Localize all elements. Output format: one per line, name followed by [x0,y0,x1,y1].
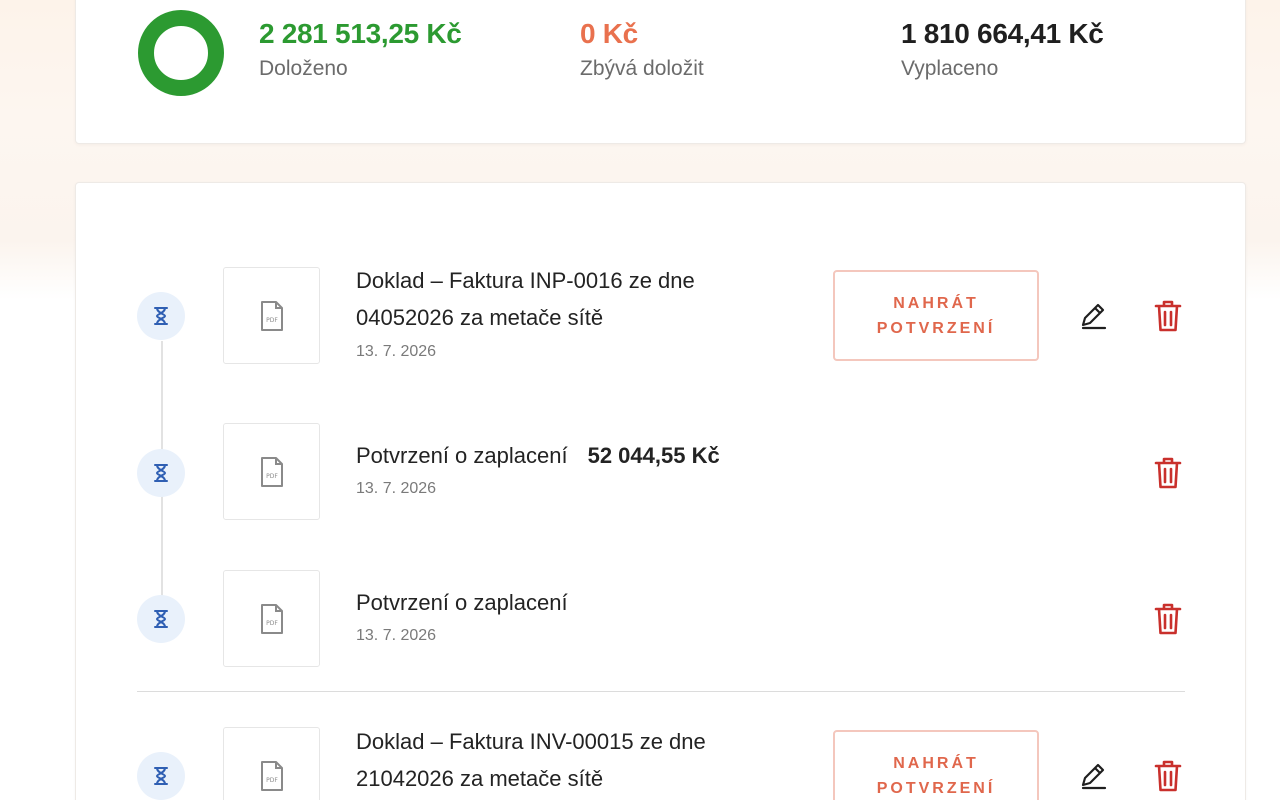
edit-button[interactable] [1074,756,1114,796]
pencil-icon [1081,303,1107,330]
pdf-thumbnail[interactable]: PDF [223,423,320,520]
document-title: Potvrzení o zaplacení 52 044,55 Kč [356,437,720,474]
hourglass-icon [137,595,185,643]
pdf-thumbnail[interactable]: PDF [223,570,320,667]
svg-text:PDF: PDF [266,777,278,784]
upload-label-line2: POTVRZENÍ [876,779,996,797]
trash-icon [1154,603,1182,635]
document-title-line2: 21042026 za metače sítě [356,766,604,791]
stat-documented: 2 281 513,25 Kč Doloženo [259,17,462,83]
stat-paid-value: 1 810 664,41 Kč [901,18,1104,49]
document-title: Doklad – Faktura INP-0016 ze dne 0405202… [356,262,695,336]
stat-paid-label: Vyplaceno [901,57,999,80]
delete-button[interactable] [1148,756,1188,796]
document-date: 13. 7. 2026 [356,480,437,497]
stat-remaining-value: 0 Kč [580,18,638,49]
edit-button[interactable] [1074,296,1114,336]
pdf-icon: PDF [260,300,283,331]
progress-donut [138,10,224,96]
document-title: Potvrzení o zaplacení [356,590,568,615]
document-title: Doklad – Faktura INV-00015 ze dne 210420… [356,723,706,797]
documents-card: PDF Doklad – Faktura INP-0016 ze dne 040… [75,182,1246,800]
upload-label-line2: POTVRZENÍ [876,319,996,337]
document-amount: 52 044,55 Kč [587,443,720,468]
stat-documented-value: 2 281 513,25 Kč [259,18,462,49]
pdf-icon: PDF [260,456,283,487]
group-divider [137,691,1185,692]
pdf-icon: PDF [260,603,283,634]
pencil-icon [1081,763,1107,790]
delete-button[interactable] [1148,296,1188,336]
hourglass-icon [137,449,185,497]
document-date: 13. 7. 2026 [356,627,437,644]
delete-button[interactable] [1148,453,1188,493]
upload-confirmation-button[interactable]: NAHRÁT POTVRZENÍ [833,730,1039,800]
stat-documented-label: Doloženo [259,57,348,80]
summary-card: 2 281 513,25 Kč Doloženo 0 Kč Zbývá dolo… [75,0,1246,144]
stat-paid: 1 810 664,41 Kč Vyplaceno [901,17,1104,83]
svg-text:PDF: PDF [266,317,278,324]
pdf-thumbnail[interactable]: PDF [223,267,320,364]
document-date: 13. 7. 2026 [356,343,437,360]
document-title-line1: Doklad – Faktura INP-0016 ze dne [356,268,695,293]
document-title-line2: 04052026 za metače sítě [356,305,604,330]
stat-remaining-label: Zbývá doložit [580,57,704,80]
upload-label-line1: NAHRÁT [893,294,979,312]
document-title-line1: Potvrzení o zaplacení [356,443,568,468]
trash-icon [1154,457,1182,489]
stat-remaining: 0 Kč Zbývá doložit [580,17,704,83]
hourglass-icon [137,752,185,800]
pdf-icon: PDF [260,760,283,791]
pdf-thumbnail[interactable]: PDF [223,727,320,800]
delete-button[interactable] [1148,599,1188,639]
trash-icon [1154,300,1182,332]
hourglass-icon [137,292,185,340]
svg-text:PDF: PDF [266,620,278,627]
trash-icon [1154,760,1182,792]
upload-label-line1: NAHRÁT [893,754,979,772]
svg-text:PDF: PDF [266,473,278,480]
upload-confirmation-button[interactable]: NAHRÁT POTVRZENÍ [833,270,1039,361]
document-title-line1: Doklad – Faktura INV-00015 ze dne [356,729,706,754]
